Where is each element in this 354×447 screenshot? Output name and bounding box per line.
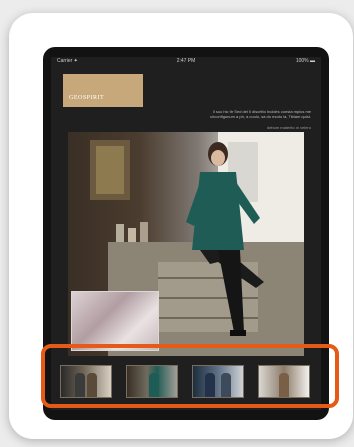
model-face (211, 150, 225, 166)
status-bar: Carrier ✦ 2:47 PM 100% ▬ (51, 57, 321, 65)
brand-logo-text: GEOSPIRIT (69, 95, 105, 101)
thumbnail-highlight (41, 344, 339, 408)
inset-photo (71, 291, 159, 351)
battery-label: 100% ▬ (295, 58, 315, 64)
intro-link[interactable]: debum materito ni velero (267, 125, 311, 130)
intro-paragraph: Il suo hic ttr Sed del Il discritto Inci… (210, 109, 311, 119)
brand-logo: GEOSPIRIT (63, 74, 143, 107)
status-time: 2:47 PM (176, 58, 196, 64)
